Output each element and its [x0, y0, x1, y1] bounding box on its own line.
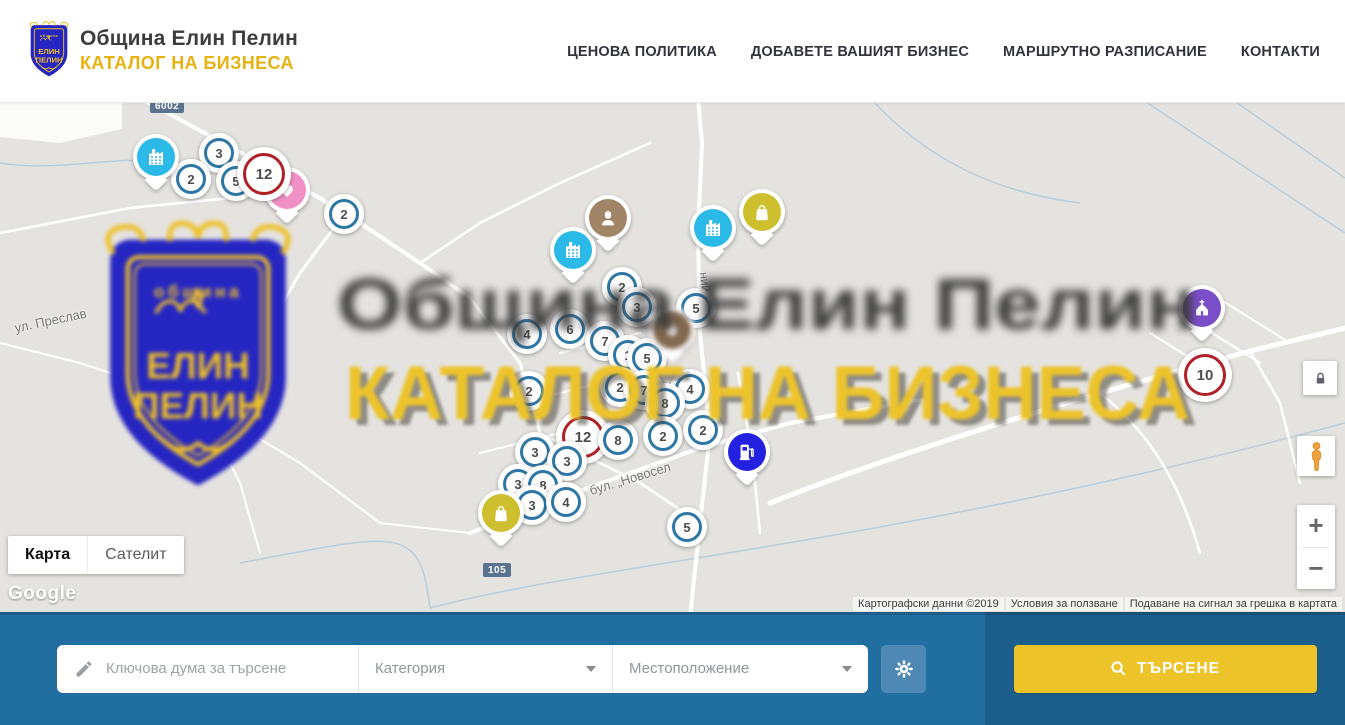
map-cluster-marker[interactable]: 2 [643, 416, 683, 456]
map-cluster-marker[interactable]: 4 [507, 314, 547, 354]
header: община ЕЛИН ПЕЛИН Община Елин Пелин КАТА… [0, 0, 1345, 103]
map-data-notice: Картографски данни ©2019 [853, 597, 1004, 611]
map-cluster-marker[interactable]: 10 [1178, 348, 1232, 402]
map-markers-layer: 325122235647152274812822333834510 [0, 103, 1345, 612]
map-poi-marker-factory[interactable] [133, 134, 179, 180]
search-button[interactable]: ТЪРСЕНЕ [1014, 645, 1317, 693]
location-select-value: Местоположение [629, 660, 749, 677]
main-nav: ЦЕНОВА ПОЛИТИКА ДОБАВЕТЕ ВАШИЯТ БИЗНЕС М… [567, 0, 1320, 103]
chevron-down-icon [842, 666, 852, 672]
zoom-out-button[interactable]: − [1297, 548, 1335, 590]
category-select[interactable]: Категория [358, 645, 612, 693]
map-poi-marker-factory[interactable] [550, 227, 596, 273]
map-poi-marker-factory[interactable] [690, 205, 736, 251]
pegman-button[interactable] [1297, 436, 1335, 476]
factory-icon [694, 209, 732, 247]
google-logo[interactable]: Google [8, 583, 76, 605]
map-canvas[interactable]: 6002 105 ул. Преслав бул. „Новосел ний 3… [0, 103, 1345, 612]
map-poi-marker-flame[interactable] [649, 307, 695, 353]
map-cluster-marker[interactable]: 6 [550, 309, 590, 349]
map-cluster-marker[interactable]: 2 [324, 194, 364, 234]
map-cluster-marker[interactable]: 12 [237, 147, 291, 201]
terms-link[interactable]: Условия за ползване [1006, 597, 1123, 611]
map-cluster-marker[interactable]: 5 [667, 507, 707, 547]
shopping-bag-icon [743, 193, 781, 231]
logo-line2: ЕЛИН [38, 47, 60, 56]
factory-icon [554, 231, 592, 269]
church-icon [1183, 289, 1221, 327]
search-fields-panel: Категория Местоположение [0, 612, 985, 725]
report-error-link[interactable]: Подаване на сигнал за грешка в картата [1125, 597, 1342, 611]
map-poi-marker-fuel[interactable] [724, 429, 770, 475]
keyword-input[interactable] [106, 660, 336, 677]
map-cluster-marker[interactable]: 2 [683, 410, 723, 450]
advanced-settings-button[interactable] [881, 645, 926, 693]
factory-icon [137, 138, 175, 176]
nav-item-contacts[interactable]: КОНТАКТИ [1241, 44, 1320, 60]
zoom-in-button[interactable]: + [1297, 505, 1335, 547]
lock-icon [1313, 371, 1328, 386]
search-action-panel: ТЪРСЕНЕ [985, 612, 1345, 725]
search-icon [1110, 660, 1127, 677]
map-type-satellite-button[interactable]: Сателит [87, 536, 183, 574]
location-select[interactable]: Местоположение [612, 645, 868, 693]
map-poi-marker-church[interactable] [1179, 285, 1225, 331]
nav-item-route-schedule[interactable]: МАРШРУТНО РАЗПИСАНИЕ [1003, 44, 1207, 60]
map-type-control: Карта Сателит [8, 536, 184, 574]
worker-icon [589, 199, 627, 237]
search-input-group: Категория Местоположение [57, 645, 868, 693]
category-select-value: Категория [375, 660, 445, 677]
pencil-icon [74, 659, 94, 679]
nav-item-add-business[interactable]: ДОБАВЕТЕ ВАШИЯТ БИЗНЕС [751, 44, 969, 60]
logo-line3: ПЕЛИН [35, 55, 63, 64]
municipality-logo: община ЕЛИН ПЕЛИН [27, 18, 71, 82]
chevron-down-icon [586, 666, 596, 672]
fuel-icon [728, 433, 766, 471]
shopping-bag-icon [482, 494, 520, 532]
search-button-label: ТЪРСЕНЕ [1137, 660, 1220, 678]
map-attribution: Картографски данни ©2019 Условия за полз… [853, 597, 1342, 611]
pegman-icon [1307, 441, 1326, 472]
map-type-map-button[interactable]: Карта [8, 536, 87, 574]
flame-icon [653, 311, 691, 349]
search-bar: Категория Местоположение [0, 612, 1345, 725]
map-cluster-marker[interactable]: 8 [598, 420, 638, 460]
site-subtitle: КАТАЛОГ НА БИЗНЕСА [80, 53, 298, 74]
brand[interactable]: община ЕЛИН ПЕЛИН Община Елин Пелин КАТА… [27, 18, 298, 82]
map-cluster-marker[interactable]: 4 [546, 482, 586, 522]
map-poi-marker-shopping-bag[interactable] [739, 189, 785, 235]
map-cluster-marker[interactable]: 2 [509, 371, 549, 411]
lock-button[interactable] [1303, 361, 1337, 395]
keyword-field[interactable] [57, 645, 358, 693]
site-title: Община Елин Пелин [80, 27, 298, 51]
zoom-control: + − [1297, 505, 1335, 589]
nav-item-pricing[interactable]: ЦЕНОВА ПОЛИТИКА [567, 44, 717, 60]
map-poi-marker-shopping-bag[interactable] [478, 490, 524, 536]
map-poi-marker-worker[interactable] [585, 195, 631, 241]
gear-icon [893, 658, 915, 680]
